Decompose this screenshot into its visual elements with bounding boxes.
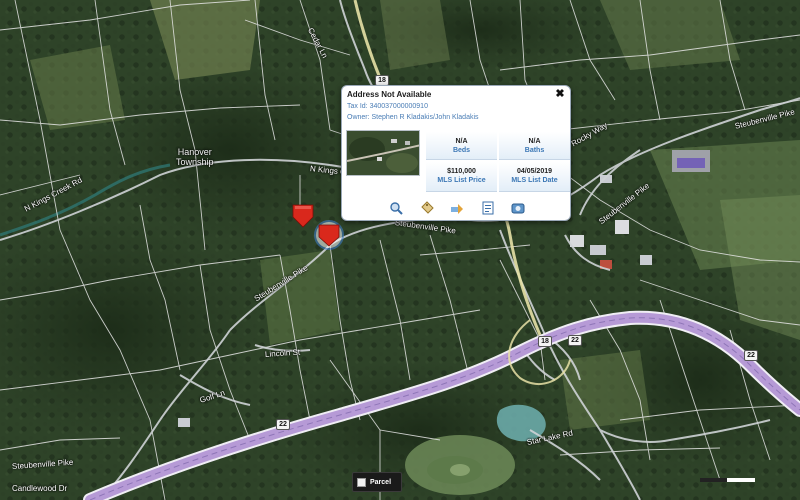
zoom-icon[interactable]: [387, 199, 405, 217]
parcel-label: Parcel: [370, 478, 392, 486]
beds-value: N/A: [455, 138, 468, 145]
date-value: 04/05/2019: [516, 168, 553, 175]
parcel-swatch: [357, 477, 366, 487]
thumbnail-aerial-image: [347, 131, 419, 175]
beds-label: Beds: [452, 147, 471, 154]
route-22-shield: 22: [744, 350, 758, 361]
building: [590, 245, 606, 255]
baths-label: Baths: [524, 147, 545, 154]
owner-text: Owner: Stephen R Kladakis/John Kladakis: [347, 114, 479, 121]
road-label: Candlewood Dr: [12, 484, 68, 493]
tag-icon[interactable]: [418, 199, 436, 217]
field-area: [380, 0, 450, 70]
beds-stat: N/A Beds: [426, 132, 497, 160]
document-icon[interactable]: [479, 199, 497, 217]
field-area: [260, 250, 340, 345]
popup-toolbar: [387, 199, 527, 217]
place-label-hanover: Hanover Township: [176, 147, 214, 167]
building: [640, 255, 652, 265]
date-label: MLS List Date: [511, 177, 558, 184]
route-22-shield: 22: [568, 335, 582, 346]
date-stat: 04/05/2019 MLS List Date: [499, 162, 570, 192]
popup-address-title: Address Not Available: [347, 90, 432, 99]
price-stat: $110,000 MLS List Price: [426, 162, 497, 192]
building: [178, 418, 190, 427]
parcel-layer-toggle[interactable]: Parcel: [352, 472, 402, 492]
tax-id-text: Tax Id: 340037000000910: [347, 103, 428, 110]
property-info-popup: Address Not Available ✖ Tax Id: 34003700…: [341, 85, 571, 221]
scale-bar: [700, 478, 755, 482]
selected-property-marker: [314, 220, 344, 250]
directions-icon[interactable]: [448, 199, 466, 217]
place-label-line2: Township: [176, 157, 214, 167]
close-icon[interactable]: ✖: [554, 88, 566, 100]
baths-stat: N/A Baths: [499, 132, 570, 160]
place-label-line1: Hanover: [177, 147, 212, 157]
aerial-map[interactable]: [0, 0, 800, 500]
route-18-shield: 18: [538, 336, 552, 347]
route-22-shield: 22: [276, 419, 290, 430]
price-value: $110,000: [447, 168, 476, 175]
property-thumbnail[interactable]: [346, 130, 420, 176]
building: [615, 220, 629, 234]
baths-value: N/A: [528, 138, 541, 145]
camera-icon[interactable]: [509, 199, 527, 217]
price-label: MLS List Price: [437, 177, 486, 184]
